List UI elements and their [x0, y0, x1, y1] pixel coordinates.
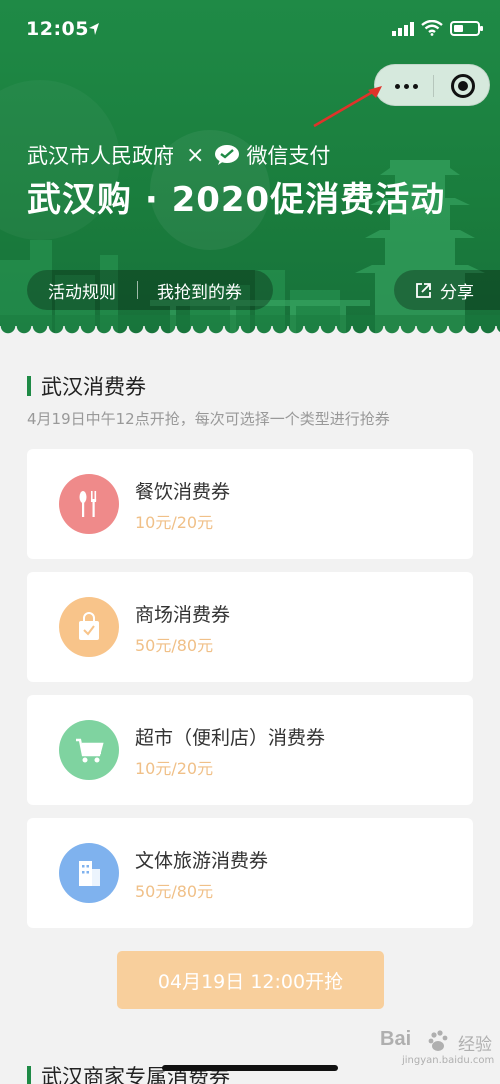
cellular-signal-icon [392, 22, 414, 36]
watermark-url: jingyan.baidu.com [402, 1055, 495, 1066]
partner-wechat-pay: 微信支付 [246, 144, 331, 168]
watermark-brand-suffix: 经验 [458, 1035, 492, 1055]
activity-header: 12:05 武汉市人民政府 × 微信支付 武汉购 · 2020促消费活动 活动规… [0, 0, 500, 340]
grab-coupon-button[interactable]: 04月19日 12:00开抢 [117, 951, 384, 1009]
battery-icon [450, 21, 483, 36]
coupon-name: 餐饮消费券 [135, 481, 231, 503]
building-icon [59, 843, 119, 903]
coupon-price: 10元/20元 [135, 513, 214, 532]
coupon-name: 文体旅游消费券 [135, 850, 269, 872]
shopping-cart-icon [59, 720, 119, 780]
shopping-bag-icon [59, 597, 119, 657]
coupon-card-culture-tourism[interactable]: 文体旅游消费券 50元/80元 [27, 818, 473, 928]
close-miniprogram-icon[interactable] [451, 74, 475, 98]
section-header: 武汉消费券 [27, 372, 146, 400]
coupon-card-dining[interactable]: 餐饮消费券 10元/20元 [27, 449, 473, 559]
section-description: 4月19日中午12点开抢，每次可选择一个类型进行抢券 [27, 410, 390, 428]
section-accent-bar [27, 376, 31, 396]
annotation-arrow [313, 86, 382, 128]
more-options-icon[interactable] [393, 77, 421, 95]
wifi-icon [421, 20, 443, 36]
miniprogram-capsule [374, 64, 490, 106]
status-bar: 12:05 [0, 0, 500, 60]
location-arrow-icon [89, 23, 99, 35]
share-icon [416, 282, 431, 298]
coupon-name: 商场消费券 [135, 604, 231, 626]
section-title: 武汉消费券 [41, 375, 146, 399]
baidu-paw-icon [428, 1030, 448, 1051]
utensils-icon [59, 474, 119, 534]
baidu-jingyan-watermark: Bai 经验 jingyan.baidu.com [380, 1028, 495, 1078]
section-accent-bar [27, 1066, 31, 1084]
page-title: 武汉购 · 2020促消费活动 [27, 180, 446, 220]
coupon-card-mall[interactable]: 商场消费券 50元/80元 [27, 572, 473, 682]
header-links-pill: 活动规则 我抢到的券 [27, 270, 273, 310]
coupon-price: 10元/20元 [135, 759, 214, 778]
wechat-pay-icon [215, 145, 240, 165]
watermark-brand: Bai [380, 1028, 412, 1050]
partner-government: 武汉市人民政府 [27, 144, 174, 168]
share-label: 分享 [440, 282, 474, 303]
coupon-price: 50元/80元 [135, 882, 214, 901]
partner-separator: × [186, 142, 205, 168]
header-scalloped-edge [0, 326, 500, 342]
status-time: 12:05 [26, 18, 89, 40]
my-coupons-link[interactable]: 我抢到的券 [138, 278, 242, 303]
capsule-divider [433, 75, 434, 97]
home-indicator[interactable] [162, 1065, 338, 1071]
activity-rules-link[interactable]: 活动规则 [27, 278, 137, 303]
partner-row: 武汉市人民政府 × 微信支付 [27, 140, 330, 170]
coupon-card-supermarket[interactable]: 超市（便利店）消费券 10元/20元 [27, 695, 473, 805]
coupon-price: 50元/80元 [135, 636, 214, 655]
share-button[interactable]: 分享 [394, 270, 500, 310]
city-skyline-illustration [0, 160, 500, 340]
coupon-name: 超市（便利店）消费券 [135, 727, 326, 749]
